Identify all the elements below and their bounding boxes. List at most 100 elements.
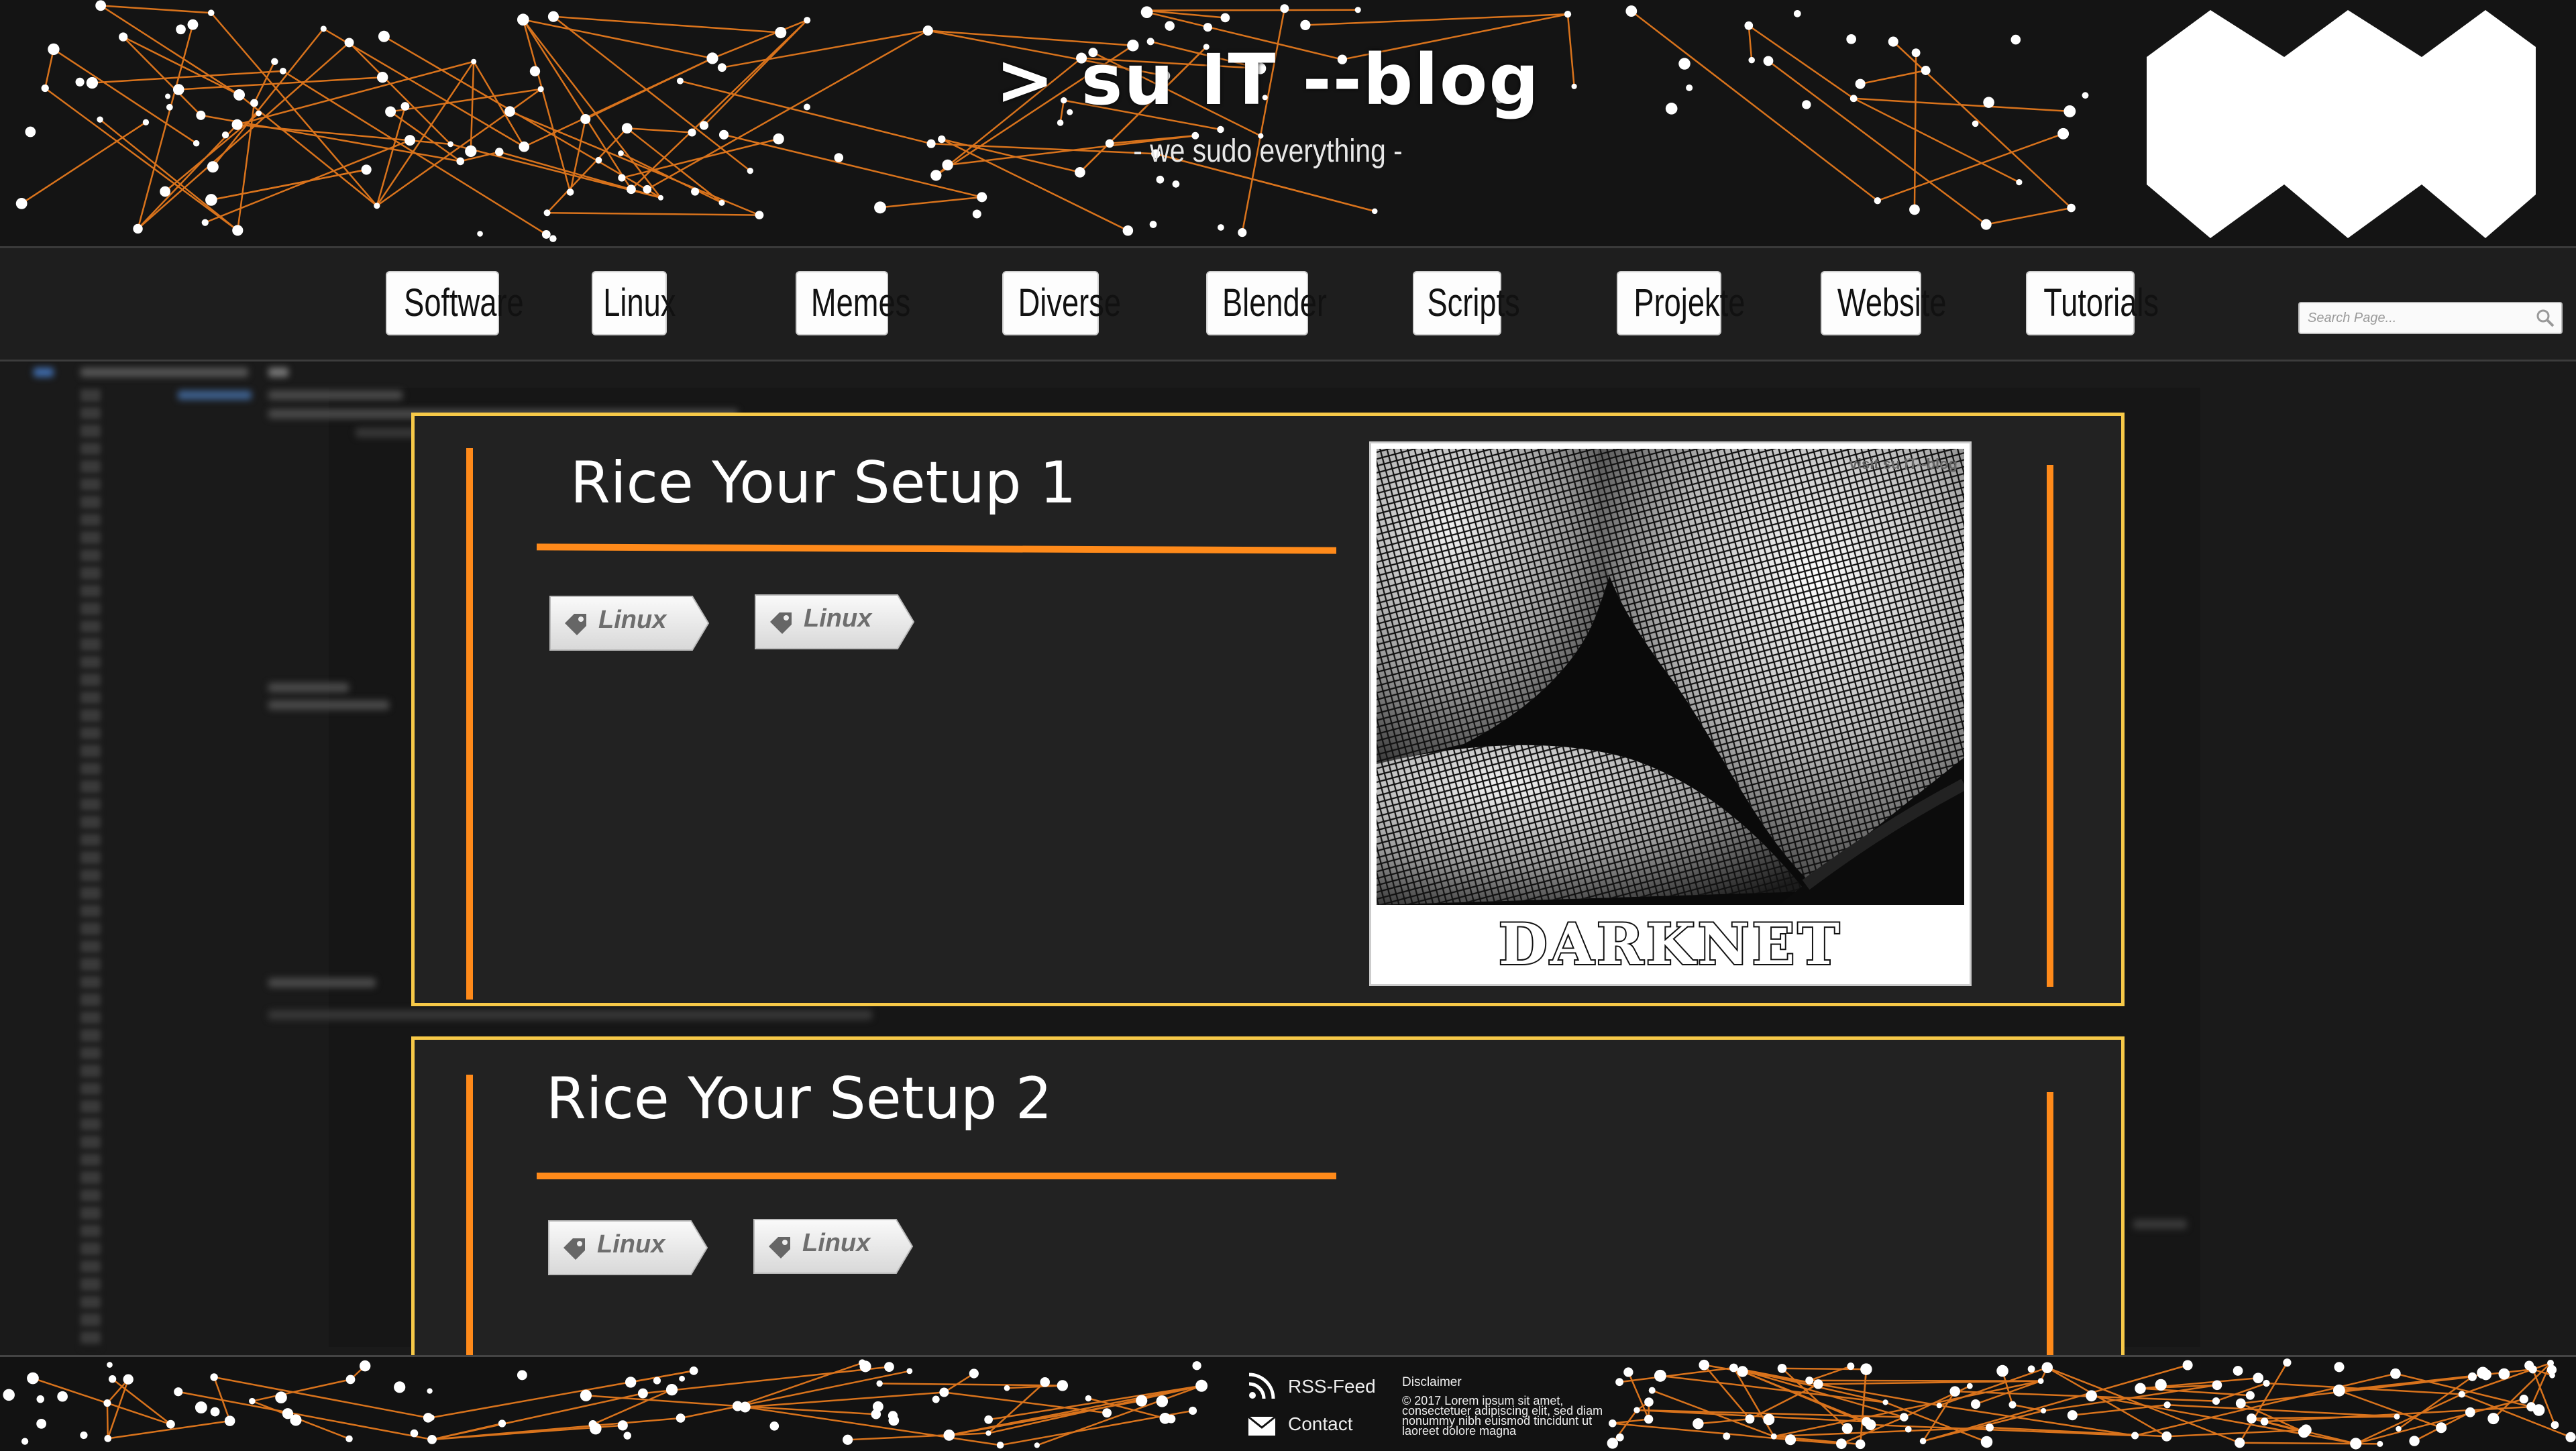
- network-node: [1996, 1365, 2008, 1377]
- nav-scripts[interactable]: Scripts: [1413, 271, 1501, 335]
- network-node: [498, 1419, 506, 1427]
- network-node: [888, 1411, 898, 1420]
- network-node: [104, 1435, 111, 1442]
- network-line: [848, 1433, 989, 1440]
- network-node: [2350, 1438, 2361, 1449]
- network-node: [3, 1389, 15, 1401]
- network-node: [160, 186, 170, 197]
- network-node: [1123, 225, 1134, 236]
- network-node: [2057, 128, 2069, 140]
- network-line: [2167, 1405, 2397, 1416]
- network-line: [1145, 10, 1358, 11]
- network-node: [97, 116, 103, 122]
- network-node: [1238, 228, 1246, 237]
- network-node: [1900, 1413, 1909, 1421]
- network-node: [2300, 1424, 2311, 1435]
- search-icon[interactable]: [2534, 307, 2556, 329]
- network-line: [553, 17, 781, 33]
- rss-feed-link[interactable]: RSS-Feed: [1288, 1376, 1376, 1397]
- tag-linux[interactable]: Linux: [753, 592, 916, 651]
- network-line: [622, 139, 779, 178]
- network-node: [321, 25, 327, 32]
- code-line: [268, 390, 402, 400]
- network-node: [2247, 1413, 2257, 1423]
- nav-memes[interactable]: Memes: [796, 271, 888, 335]
- network-node: [567, 189, 574, 196]
- code-line: [268, 683, 349, 692]
- rss-icon[interactable]: [1248, 1372, 1276, 1400]
- network-node: [1157, 176, 1165, 184]
- site-title[interactable]: > su IT --blog: [939, 39, 1597, 121]
- network-node: [938, 136, 945, 143]
- network-node: [1909, 205, 1920, 215]
- nav-tutorials[interactable]: Tutorials: [2026, 271, 2135, 335]
- network-node: [1644, 1415, 1653, 1423]
- network-node: [2038, 1378, 2044, 1384]
- network-line: [1878, 133, 2063, 201]
- network-line: [722, 31, 928, 68]
- network-node: [969, 1368, 979, 1378]
- code-line: [268, 700, 389, 710]
- network-node: [1748, 57, 1755, 64]
- network-node: [107, 1362, 113, 1368]
- network-node: [2212, 1397, 2220, 1405]
- post-thumbnail[interactable]: visit su IT--blog DARKNET: [1369, 441, 1972, 986]
- network-node: [719, 130, 729, 140]
- site-logo[interactable]: [2133, 0, 2563, 246]
- network-node: [1764, 56, 1774, 66]
- network-node: [2068, 1410, 2078, 1420]
- network-node: [1723, 1432, 1730, 1440]
- nav-linux[interactable]: Linux: [592, 271, 667, 335]
- post-card[interactable]: Rice Your Setup 1 Linux Linux: [411, 413, 2125, 1006]
- network-node: [666, 1384, 678, 1395]
- network-node: [48, 44, 59, 55]
- network-node: [718, 200, 724, 206]
- network-node: [401, 102, 410, 111]
- nav-blender[interactable]: Blender: [1206, 271, 1308, 335]
- search-input[interactable]: [2306, 307, 2524, 329]
- network-line: [138, 25, 193, 229]
- post-title[interactable]: Rice Your Setup 2: [546, 1065, 1052, 1132]
- network-node: [747, 168, 753, 174]
- tag-icon: [767, 610, 794, 637]
- tag-linux[interactable]: Linux: [751, 1217, 915, 1276]
- network-node: [377, 72, 388, 83]
- network-node: [1778, 1364, 1787, 1373]
- disclaimer-title[interactable]: Disclaimer: [1402, 1377, 1462, 1387]
- network-node: [2063, 105, 2076, 117]
- line-number: [80, 887, 101, 905]
- network-node: [1217, 126, 1224, 133]
- network-node: [1860, 1363, 1872, 1375]
- post-title[interactable]: Rice Your Setup 1: [570, 449, 1076, 517]
- network-node: [37, 1395, 44, 1403]
- line-number: [80, 1313, 101, 1332]
- tag-label: Linux: [804, 604, 871, 633]
- nav-diverse[interactable]: Diverse: [1002, 271, 1099, 335]
- line-number-gutter: [80, 389, 121, 1355]
- nav-website[interactable]: Website: [1821, 271, 1921, 335]
- network-node: [700, 121, 708, 129]
- line-number: [80, 1136, 101, 1154]
- line-number: [80, 1154, 101, 1172]
- nav-software[interactable]: Software: [386, 271, 499, 335]
- network-line: [1854, 99, 2070, 111]
- network-node: [176, 24, 186, 34]
- network-node: [2396, 1426, 2402, 1432]
- tag-linux[interactable]: Linux: [547, 594, 711, 653]
- network-node: [643, 185, 651, 194]
- network-node: [625, 1377, 636, 1387]
- line-number: [80, 1225, 101, 1243]
- network-node: [1850, 95, 1858, 102]
- network-node: [1004, 1385, 1010, 1391]
- network-node: [2253, 1373, 2263, 1383]
- line-number: [80, 443, 101, 461]
- network-node: [2498, 1368, 2510, 1380]
- network-node: [271, 58, 278, 65]
- nav-projekte[interactable]: Projekte: [1617, 271, 1721, 335]
- mail-icon[interactable]: [1248, 1416, 1276, 1436]
- network-node: [932, 1395, 940, 1403]
- tag-linux[interactable]: Linux: [546, 1218, 710, 1277]
- network-line: [1698, 1419, 1750, 1423]
- contact-link[interactable]: Contact: [1288, 1413, 1353, 1435]
- network-line: [350, 42, 451, 144]
